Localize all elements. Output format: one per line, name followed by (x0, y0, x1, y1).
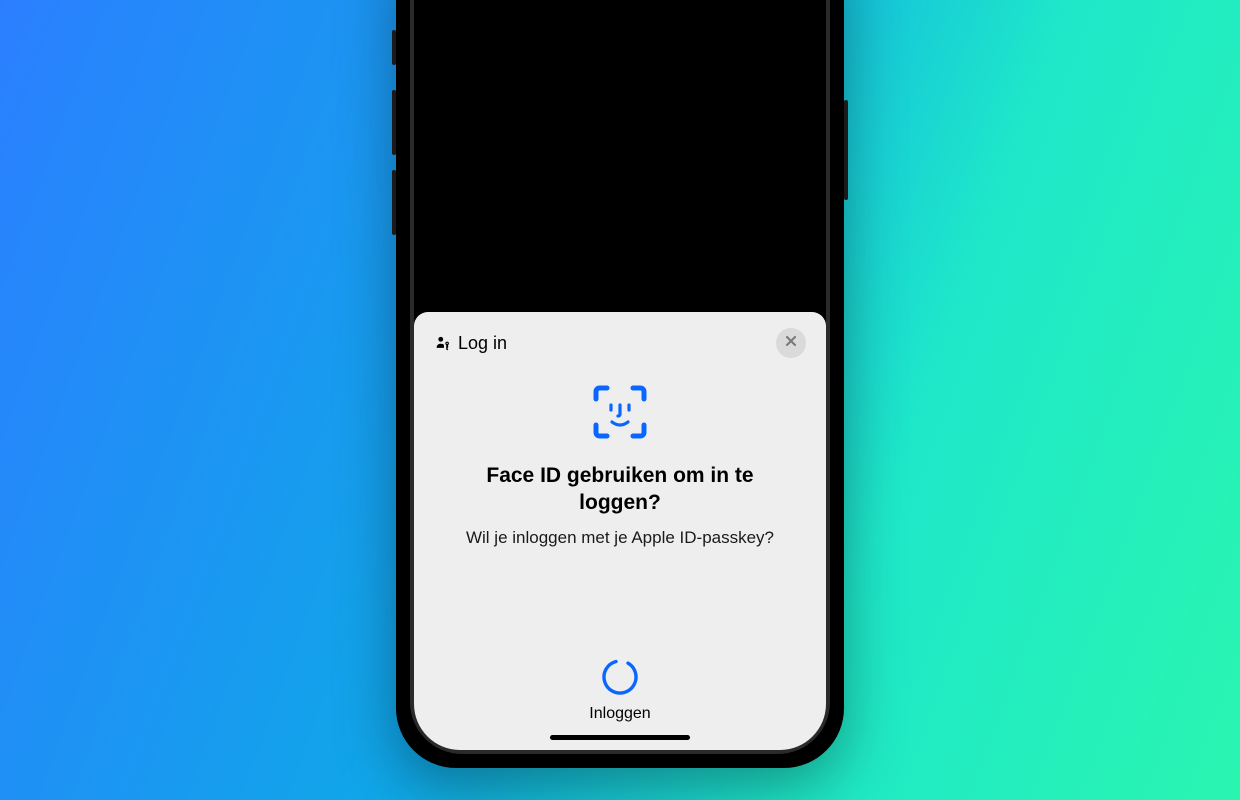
sheet-title-group: Log in (434, 333, 507, 354)
phone-bezel: Log in (410, 0, 830, 754)
close-icon (783, 333, 799, 354)
passkey-icon (434, 334, 452, 352)
prompt-title: Face ID gebruiken om in te loggen? (434, 462, 806, 517)
close-button[interactable] (776, 328, 806, 358)
phone-side-button (844, 100, 848, 200)
spacer (434, 549, 806, 657)
phone-side-button (392, 30, 396, 65)
login-sheet: Log in (414, 312, 826, 750)
prompt-subtitle: Wil je inloggen met je Apple ID-passkey? (434, 527, 806, 549)
login-action-label: Inloggen (589, 705, 650, 723)
spinner-icon (600, 657, 640, 697)
sheet-title: Log in (458, 333, 507, 354)
phone-side-button (392, 170, 396, 235)
phone-frame: Log in (396, 0, 844, 768)
login-action[interactable]: Inloggen (434, 657, 806, 723)
sheet-header: Log in (434, 328, 806, 358)
phone-screen: Log in (414, 0, 826, 750)
home-indicator[interactable] (550, 735, 690, 740)
face-id-icon (592, 384, 648, 440)
phone-side-button (392, 90, 396, 155)
